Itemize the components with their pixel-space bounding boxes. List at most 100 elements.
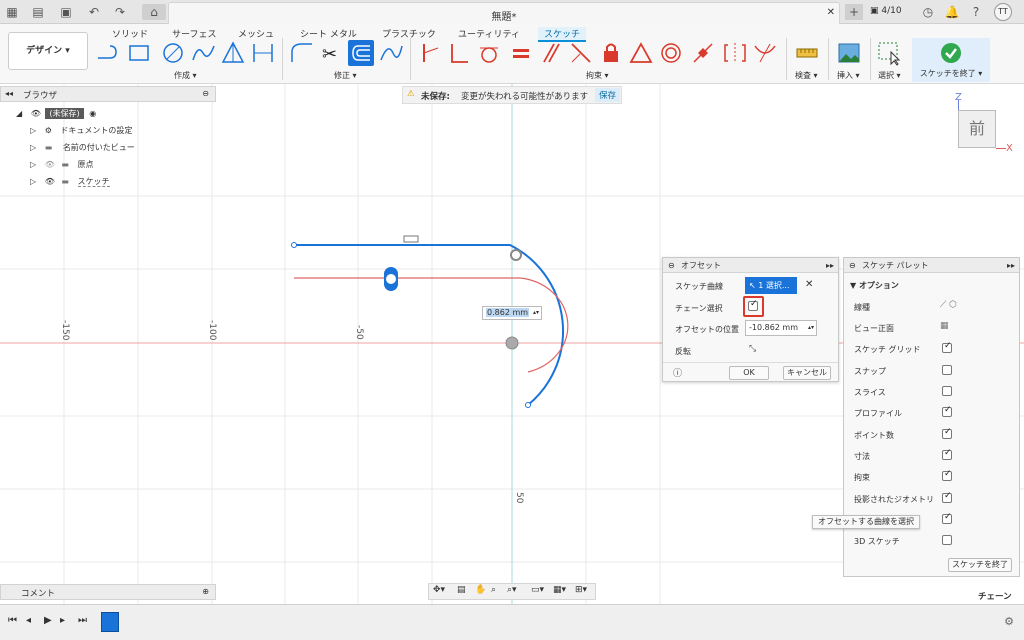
spline-tool-icon[interactable]: [378, 40, 404, 66]
comments-panel[interactable]: コメント ⊕: [0, 584, 216, 600]
insert-image-icon[interactable]: [836, 40, 862, 66]
tree-item-origin[interactable]: ▷ 👁 ▬ 原点: [30, 159, 94, 175]
first-step-icon[interactable]: ⏮: [8, 615, 17, 626]
palette-option-checkbox[interactable]: [942, 491, 952, 503]
minimize-icon[interactable]: ⊖: [849, 258, 856, 273]
expand-panel-icon[interactable]: ▸▸: [826, 258, 834, 273]
tangent-constraint-icon[interactable]: [476, 40, 502, 66]
parallel-constraint-icon[interactable]: [538, 40, 564, 66]
zoom-icon[interactable]: ⌕: [491, 585, 496, 595]
curve-selection-button[interactable]: ↖ 1 選択...: [745, 277, 797, 294]
curve-endpoint[interactable]: [291, 242, 297, 248]
palette-option-checkbox[interactable]: [942, 469, 952, 481]
insert-group-label[interactable]: 挿入 ▾: [837, 70, 860, 81]
symmetry-constraint-icon[interactable]: [722, 40, 748, 66]
viewports-icon[interactable]: ⊞▾: [575, 585, 587, 595]
expand-icon[interactable]: ▷: [30, 126, 36, 135]
sketch-palette-header[interactable]: ⊖ スケッチ パレット ▸▸: [844, 258, 1019, 273]
expand-icon[interactable]: ▷: [30, 143, 36, 152]
eye-icon[interactable]: 👁: [45, 177, 55, 186]
minimize-icon[interactable]: ⊖: [668, 258, 675, 273]
add-comment-icon[interactable]: ⊕: [202, 587, 209, 596]
horizontal-constraint-icon[interactable]: [403, 235, 419, 243]
circle-tool-icon[interactable]: [160, 40, 186, 66]
midpoint-constraint-icon[interactable]: [690, 40, 716, 66]
tree-item-doc-settings[interactable]: ▷ ⚙ ドキュメントの設定: [30, 125, 132, 141]
offset-tool-icon[interactable]: [348, 40, 374, 66]
expand-icon[interactable]: ▷: [30, 177, 36, 186]
finish-sketch-palette-button[interactable]: スケッチを終了: [948, 558, 1012, 572]
apps-grid-icon[interactable]: ▦: [4, 4, 20, 20]
expand-icon[interactable]: ◢: [16, 109, 22, 118]
look-at-icon[interactable]: ▦: [940, 321, 949, 331]
zoom-window-icon[interactable]: ⌕▾: [507, 585, 517, 595]
perpendicular-constraint-icon[interactable]: [446, 40, 472, 66]
tab-plastic[interactable]: プラスチック: [382, 27, 436, 40]
tab-utility[interactable]: ユーティリティ: [458, 27, 520, 40]
timeline-settings-gear-icon[interactable]: ⚙: [1004, 615, 1014, 628]
pan-icon[interactable]: ✋: [475, 585, 486, 595]
next-step-icon[interactable]: ▸: [60, 615, 65, 626]
tree-item-root[interactable]: ◢ 👁 (未保存) ◉: [16, 108, 96, 124]
previous-step-icon[interactable]: ◂: [26, 615, 31, 626]
measure-tool-icon[interactable]: [794, 40, 820, 66]
concentric-constraint-icon[interactable]: [658, 40, 684, 66]
expand-panel-icon[interactable]: ▸▸: [1007, 258, 1015, 273]
tree-item-sketches[interactable]: ▷ 👁 ▬ スケッチ: [30, 176, 110, 192]
equal-constraint-icon[interactable]: [508, 40, 534, 66]
job-status[interactable]: ▣ 4/10: [870, 6, 902, 16]
tab-surface[interactable]: サーフェス: [172, 27, 216, 40]
minimize-icon[interactable]: ⊖: [202, 89, 209, 98]
display-settings-icon[interactable]: ▭▾: [531, 585, 544, 595]
chain-select-checkbox[interactable]: [748, 299, 758, 311]
flip-icon[interactable]: ⤡: [749, 344, 756, 354]
tangent-glyph-icon[interactable]: [510, 249, 522, 261]
fix-constraint-icon[interactable]: [598, 40, 624, 66]
polygon-tool-icon[interactable]: [220, 40, 246, 66]
linetype-icon[interactable]: ⟋ ⬡: [940, 300, 957, 310]
avatar[interactable]: TT: [994, 3, 1012, 21]
modify-group-label[interactable]: 修正 ▾: [334, 70, 357, 81]
ok-button[interactable]: OK: [729, 366, 769, 380]
select-tool-icon[interactable]: [876, 40, 902, 66]
tab-sheet-metal[interactable]: シート メタル: [300, 27, 357, 40]
play-icon[interactable]: ▶: [44, 615, 52, 626]
offset-dimension-input[interactable]: 0.862 mm ▴▾: [482, 306, 542, 320]
tab-mesh[interactable]: メッシュ: [238, 27, 274, 40]
curve-endpoint[interactable]: [525, 402, 531, 408]
tab-solid[interactable]: ソリッド: [112, 27, 148, 40]
grid-settings-icon[interactable]: ▦▾: [553, 585, 566, 595]
close-tab-icon[interactable]: ✕: [827, 7, 835, 18]
palette-option-checkbox[interactable]: [942, 341, 952, 353]
file-menu-icon[interactable]: ▤: [30, 4, 46, 20]
slot-tool-icon[interactable]: [250, 40, 276, 66]
fillet-tool-icon[interactable]: [288, 40, 314, 66]
palette-option-checkbox[interactable]: [942, 448, 952, 460]
clock-icon[interactable]: ◷: [920, 4, 936, 20]
create-group-label[interactable]: 作成 ▾: [174, 70, 197, 81]
select-group-label[interactable]: 選択 ▾: [878, 70, 901, 81]
palette-option-checkbox[interactable]: [942, 427, 952, 439]
activate-radio-icon[interactable]: ◉: [89, 109, 96, 118]
offset-position-input[interactable]: -10.862 mm ▴▾: [745, 320, 817, 336]
inspect-group-label[interactable]: 検査 ▾: [795, 70, 818, 81]
undo-icon[interactable]: ↶: [86, 4, 102, 20]
help-icon[interactable]: ?: [968, 4, 984, 20]
tree-item-named-views[interactable]: ▷ ▬ 名前の付いたビュー: [30, 142, 135, 158]
stepper-icon[interactable]: ▴▾: [533, 307, 539, 319]
save-icon[interactable]: ▣: [58, 4, 74, 20]
expand-icon[interactable]: ▷: [30, 160, 36, 169]
workspace-design-button[interactable]: デザイン ▾: [8, 32, 88, 70]
orbit-icon[interactable]: ✥▾: [433, 585, 445, 595]
palette-option-checkbox[interactable]: [942, 535, 952, 545]
document-tab[interactable]: 無題* ✕: [168, 2, 840, 24]
collapse-icon[interactable]: ◂◂: [5, 89, 13, 98]
cancel-button[interactable]: キャンセル: [783, 366, 831, 380]
palette-option-checkbox[interactable]: [942, 365, 952, 375]
palette-option-checkbox[interactable]: [942, 386, 952, 396]
collinear-constraint-icon[interactable]: [568, 40, 594, 66]
offset-manipulator-handle[interactable]: [386, 274, 396, 284]
save-link[interactable]: 保存: [595, 88, 621, 102]
origin-point-icon[interactable]: [505, 336, 519, 350]
constraints-group-label[interactable]: 拘束 ▾: [586, 70, 609, 81]
